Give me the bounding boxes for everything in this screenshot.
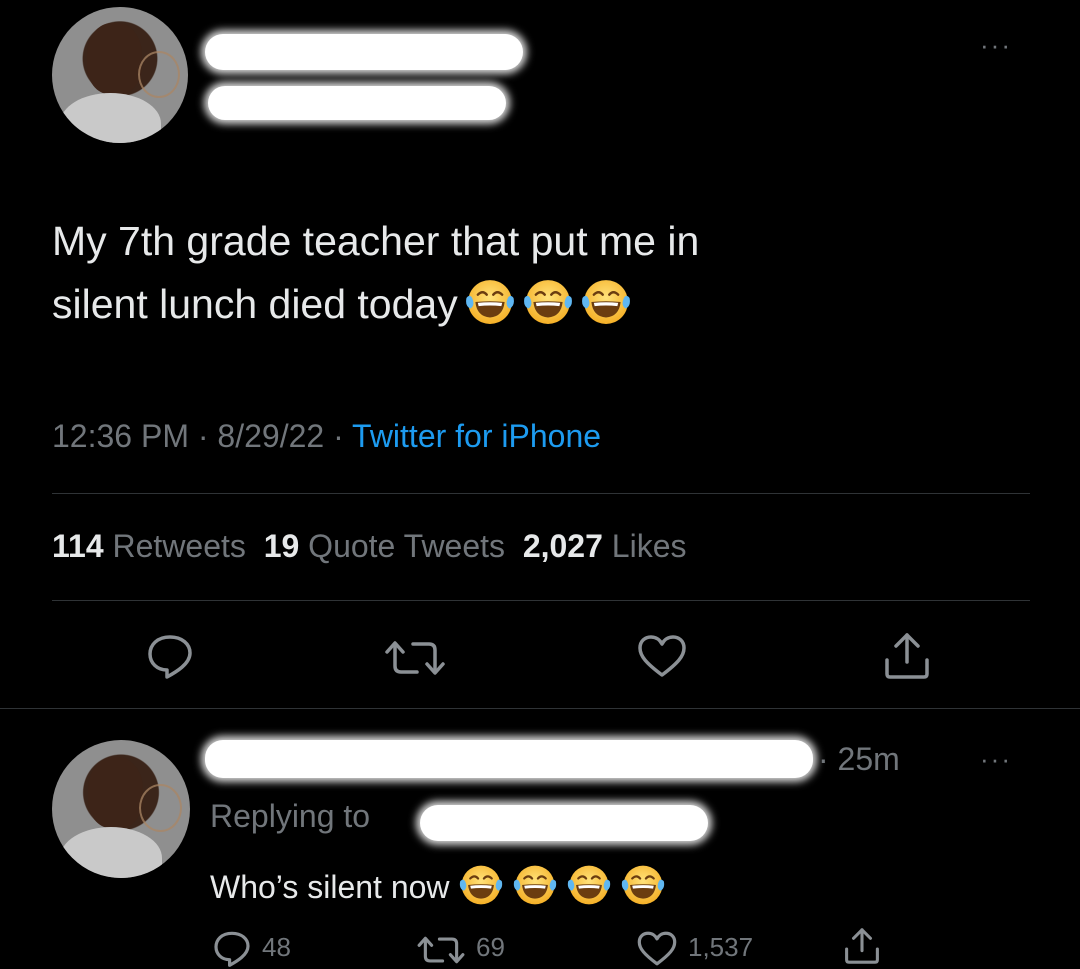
tweet-date: 8/29/22 [217,418,325,454]
divider [0,708,1080,709]
tweet-text: My 7th grade teacher that put me in sile… [52,210,1052,336]
tweet-text-line-2-text: silent lunch died today [52,281,458,327]
share-icon[interactable] [881,630,933,682]
author-avatar[interactable] [52,7,188,143]
reply-text-content: Who’s silent now [210,869,450,905]
redacted-reply-author-name [205,740,813,778]
redacted-display-name [205,34,523,70]
avatar-face [87,756,144,829]
reply-reply-icon[interactable] [212,930,252,967]
tears-of-joy-emoji-icon [458,862,504,908]
reply-text: Who’s silent now [210,862,666,908]
avatar-seal [137,50,180,99]
quote-tweets-stat[interactable]: 19 Quote Tweets [264,528,505,564]
tears-of-joy-emoji-icon [522,276,574,328]
tears-of-joy-emoji-icon [566,862,612,908]
meta-separator: · [197,418,209,454]
reply-like-icon[interactable] [636,930,678,967]
likes-stat[interactable]: 2,027 Likes [523,528,687,564]
reply-likes-count: 1,537 [688,932,754,962]
retweets-count: 114 [52,528,104,564]
tweet-stats: 114 Retweets 19 Quote Tweets 2,027 Likes [52,528,686,565]
divider [52,493,1030,494]
redacted-handle [208,86,506,120]
tears-of-joy-emoji-icon [464,276,516,328]
reply-time-ago: · 25m [818,741,900,777]
quote-tweets-label: Quote Tweets [308,528,506,564]
like-icon[interactable] [636,633,688,679]
avatar-face [87,23,142,95]
tweet-text-line-1: My 7th grade teacher that put me in [52,218,700,264]
reply-retweets-count: 69 [476,932,505,962]
reply-icon[interactable] [145,633,195,679]
reply-replies-count: 48 [262,932,291,962]
tears-of-joy-emoji-icon [620,862,666,908]
reply-author-avatar[interactable] [52,740,190,878]
reply-share-icon[interactable] [842,926,882,966]
likes-count: 2,027 [522,528,603,564]
tweet-text-line-2: silent lunch died today [52,273,1052,336]
avatar-shoulders [60,92,161,143]
divider [52,600,1030,601]
reply-retweet-icon[interactable] [416,934,466,966]
more-options-icon[interactable]: ··· [980,30,1012,61]
tweet-time: 12:36 PM [52,418,189,454]
tweet-source-link[interactable]: Twitter for iPhone [352,418,601,454]
tweet-meta: 12:36 PM · 8/29/22 · Twitter for iPhone [52,418,601,455]
redacted-replying-to-handle[interactable] [420,805,708,841]
meta-separator: · [333,418,344,454]
avatar-shoulders [60,826,163,878]
tears-of-joy-emoji-icon [512,862,558,908]
retweets-stat[interactable]: 114 Retweets [52,528,246,564]
retweets-label: Retweets [112,528,246,564]
quote-tweets-count: 19 [263,528,300,564]
replying-to-label: Replying to [210,798,371,834]
avatar-seal [139,784,182,833]
reply-more-options-icon[interactable]: ··· [980,744,1012,775]
likes-label: Likes [611,528,687,564]
tears-of-joy-emoji-icon [580,276,632,328]
retweet-icon[interactable] [383,638,447,678]
